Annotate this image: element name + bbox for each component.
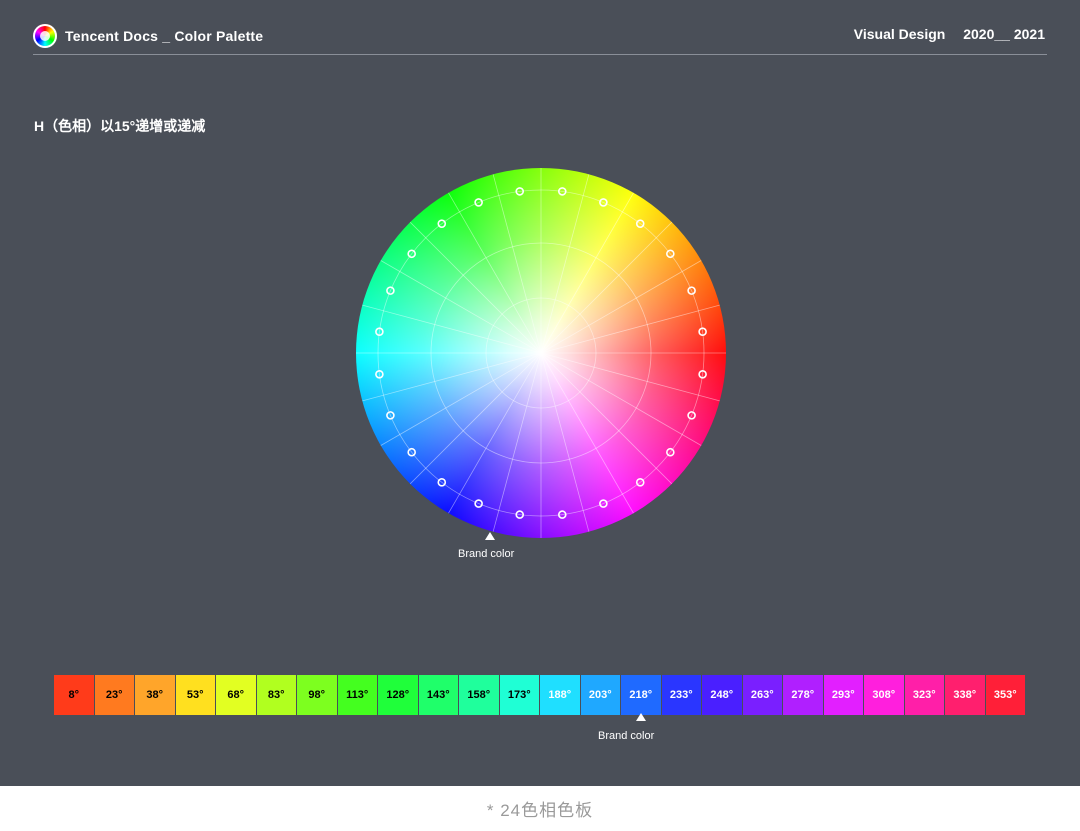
wheel-spoke — [409, 221, 542, 354]
wheel-spoke — [540, 352, 702, 446]
wheel-spoke — [380, 260, 542, 354]
hue-swatch: 308° — [864, 675, 904, 715]
header-subtitle: Visual Design — [853, 26, 946, 42]
app-title: Tencent Docs _ Color Palette — [65, 28, 264, 44]
hue-swatch: 218° — [621, 675, 661, 715]
wheel-spoke — [540, 174, 590, 354]
hue-swatch: 83° — [256, 675, 296, 715]
hue-swatch: 38° — [135, 675, 175, 715]
brand-marker-bar-icon — [636, 713, 646, 721]
wheel-spoke — [492, 352, 542, 532]
header-meta: Visual Design 2020__ 2021 — [854, 26, 1045, 42]
wheel-spoke — [492, 174, 542, 354]
brand-marker-wheel-icon — [485, 532, 495, 540]
hue-swatch: 173° — [499, 675, 539, 715]
hue-swatch: 263° — [742, 675, 782, 715]
hue-swatch: 353° — [985, 675, 1025, 715]
hue-swatch: 98° — [297, 675, 337, 715]
hue-swatch: 323° — [904, 675, 944, 715]
hue-swatch: 158° — [459, 675, 499, 715]
hue-swatch: 278° — [783, 675, 823, 715]
wheel-spoke — [540, 352, 720, 402]
wheel-spoke — [380, 352, 542, 446]
wheel-spoke — [362, 352, 542, 402]
wheel-spoke — [540, 352, 673, 485]
hue-swatch: 338° — [945, 675, 985, 715]
wheel-spoke — [540, 304, 720, 354]
hue-swatch: 113° — [337, 675, 377, 715]
hue-swatch: 248° — [702, 675, 742, 715]
wheel-spoke — [540, 352, 634, 514]
wheel-spoke — [448, 192, 542, 354]
bar-brand-label: Brand color — [598, 730, 655, 742]
header: Tencent Docs _ Color Palette Visual Desi… — [33, 22, 1047, 55]
hue-swatch: 188° — [540, 675, 580, 715]
color-wheel-logo-icon — [33, 24, 57, 48]
hue-swatch: 8° — [54, 675, 94, 715]
hue-swatch: 203° — [580, 675, 620, 715]
hue-wheel-grid — [356, 168, 726, 538]
wheel-spoke — [540, 352, 590, 532]
section-title: H（色相）以15°递增或递减 — [34, 118, 206, 134]
hue-swatch: 23° — [94, 675, 134, 715]
hue-swatch: 143° — [418, 675, 458, 715]
hue-swatch: 233° — [661, 675, 701, 715]
wheel-spoke — [540, 260, 702, 354]
wheel-brand-label: Brand color — [458, 548, 515, 560]
wheel-spoke — [540, 221, 673, 354]
hue-swatch: 128° — [378, 675, 418, 715]
footer-caption: * 24色相色板 — [486, 801, 594, 820]
wheel-spoke — [540, 192, 634, 354]
hue-swatch: 53° — [175, 675, 215, 715]
header-years: 2020__ 2021 — [963, 26, 1045, 42]
wheel-spoke — [409, 352, 542, 485]
hue-swatch: 68° — [216, 675, 256, 715]
hue-color-wheel — [356, 168, 726, 538]
hue-palette-bar: 8° 23° 38° 53° 68° 83° 98° 113° 128° 143° 158° 173°… — [54, 675, 1026, 715]
wheel-spoke — [448, 352, 542, 514]
wheel-spoke — [362, 304, 542, 354]
hue-swatch: 293° — [823, 675, 863, 715]
footer: * 24色相色板 — [0, 786, 1080, 831]
